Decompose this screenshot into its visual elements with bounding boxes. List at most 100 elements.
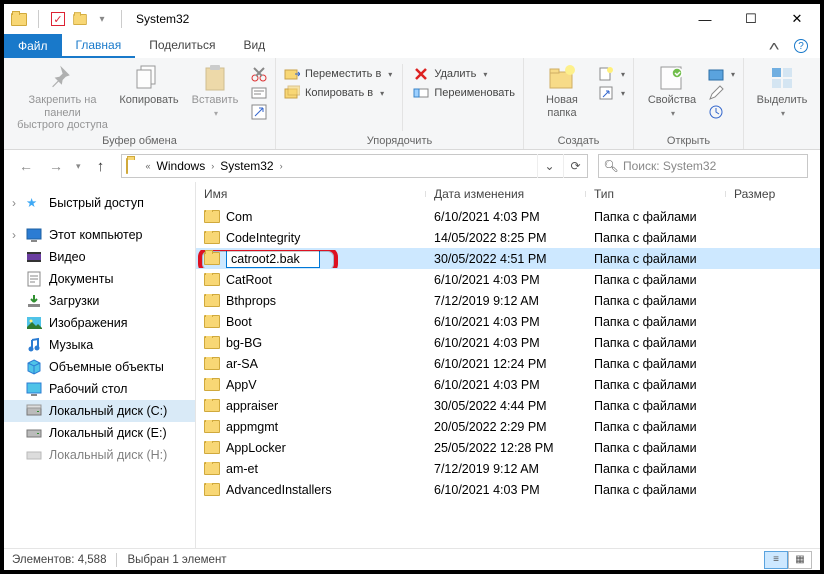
chevron-right-icon[interactable]: › bbox=[211, 161, 214, 171]
sidebar-item-video[interactable]: Видео bbox=[4, 246, 195, 268]
pictures-icon bbox=[26, 315, 42, 331]
delete-button[interactable]: Удалить▾ bbox=[413, 66, 515, 82]
table-row[interactable]: CatRoot6/10/2021 4:03 PMПапка с файлами bbox=[196, 269, 820, 290]
refresh-icon[interactable]: ⟳ bbox=[563, 154, 587, 178]
cell-name: CatRoot bbox=[226, 273, 272, 287]
sidebar-item-desktop[interactable]: Рабочий стол bbox=[4, 378, 195, 400]
column-name[interactable]: Имя bbox=[196, 187, 426, 201]
cell-date: 14/05/2022 8:25 PM bbox=[426, 231, 586, 245]
rename-button[interactable]: Переименовать bbox=[413, 85, 515, 101]
table-row[interactable]: bg-BG6/10/2021 4:03 PMПапка с файлами bbox=[196, 332, 820, 353]
column-date[interactable]: Дата изменения bbox=[426, 187, 586, 201]
group-new-label: Создать bbox=[532, 133, 625, 147]
tab-home[interactable]: Главная bbox=[62, 34, 136, 58]
breadcrumb-windows[interactable]: Windows bbox=[153, 159, 210, 173]
search-box[interactable]: 🔍︎ Поиск: System32 bbox=[598, 154, 808, 178]
qat-check-icon[interactable]: ✓ bbox=[49, 10, 67, 28]
cell-type: Папка с файлами bbox=[586, 441, 726, 455]
cell-name: Bthprops bbox=[226, 294, 276, 308]
cell-name: Boot bbox=[226, 315, 252, 329]
cell-date: 30/05/2022 4:44 PM bbox=[426, 399, 586, 413]
table-row[interactable]: AdvancedInstallers6/10/2021 4:03 PMПапка… bbox=[196, 479, 820, 500]
cell-name: Com bbox=[226, 210, 252, 224]
tab-file[interactable]: Файл bbox=[4, 34, 62, 58]
table-row[interactable]: ar-SA6/10/2021 12:24 PMПапка с файлами bbox=[196, 353, 820, 374]
view-details-icon[interactable]: ≡ bbox=[764, 551, 788, 569]
nav-back-button[interactable]: ← bbox=[16, 156, 36, 176]
ribbon-help-icon[interactable]: ? bbox=[794, 39, 808, 53]
move-icon bbox=[284, 66, 300, 82]
sidebar-item-3d[interactable]: Объемные объекты bbox=[4, 356, 195, 378]
nav-bar: ← → ▾ ↑ « Windows › System32 › ⌄ ⟳ 🔍︎ По… bbox=[4, 150, 820, 182]
copyto-label: Копировать в bbox=[305, 87, 373, 99]
minimize-button[interactable]: — bbox=[682, 4, 728, 34]
tab-view[interactable]: Вид bbox=[229, 34, 279, 58]
nav-fwd-button[interactable]: → bbox=[46, 156, 66, 176]
props-button[interactable]: Свойства ▾ bbox=[642, 62, 702, 118]
cell-date: 6/10/2021 4:03 PM bbox=[426, 273, 586, 287]
newfolder-button[interactable]: Новая папка bbox=[532, 62, 592, 119]
sidebar-item-pictures[interactable]: Изображения bbox=[4, 312, 195, 334]
easyaccess-button[interactable]: ▾ bbox=[598, 85, 625, 101]
copyto-button[interactable]: Копировать в▾ bbox=[284, 85, 392, 101]
tab-share[interactable]: Поделиться bbox=[135, 34, 229, 58]
sidebar-item-quickaccess[interactable]: ★ Быстрый доступ bbox=[4, 192, 195, 214]
history-button[interactable] bbox=[708, 104, 735, 120]
qat-customize-icon[interactable] bbox=[71, 10, 89, 28]
table-row[interactable]: am-et7/12/2019 9:12 AMПапка с файлами bbox=[196, 458, 820, 479]
chevron-right-icon[interactable]: › bbox=[280, 161, 283, 171]
chevron-right-icon[interactable]: « bbox=[146, 161, 151, 171]
address-dropdown-icon[interactable]: ⌄ bbox=[537, 154, 561, 178]
table-row[interactable]: CodeIntegrity14/05/2022 8:25 PMПапка с ф… bbox=[196, 227, 820, 248]
cut-button[interactable] bbox=[251, 66, 267, 82]
table-row[interactable]: 30/05/2022 4:51 PMПапка с файлами bbox=[196, 248, 820, 269]
cube-icon bbox=[26, 359, 42, 375]
cell-name: appmgmt bbox=[226, 420, 278, 434]
pin-button[interactable]: Закрепить на панели быстрого доступа bbox=[12, 62, 113, 132]
ribbon-group-select: Выделить ▾ bbox=[744, 58, 820, 149]
nav-up-button[interactable]: ↑ bbox=[91, 156, 111, 176]
select-button[interactable]: Выделить ▾ bbox=[752, 62, 812, 118]
cell-date: 6/10/2021 4:03 PM bbox=[426, 315, 586, 329]
view-large-icon[interactable]: ▦ bbox=[788, 551, 812, 569]
address-bar[interactable]: « Windows › System32 › ⌄ ⟳ bbox=[121, 154, 588, 178]
edit-button[interactable] bbox=[708, 85, 735, 101]
copypath-button[interactable] bbox=[251, 85, 267, 101]
close-button[interactable]: ✕ bbox=[774, 4, 820, 34]
breadcrumb-system32[interactable]: System32 bbox=[216, 159, 277, 173]
copy-icon bbox=[135, 64, 163, 92]
sidebar-item-downloads[interactable]: Загрузки bbox=[4, 290, 195, 312]
cell-name: AdvancedInstallers bbox=[226, 483, 332, 497]
nav-history-icon[interactable]: ▾ bbox=[76, 161, 81, 172]
table-row[interactable]: Com6/10/2021 4:03 PMПапка с файлами bbox=[196, 206, 820, 227]
sidebar-item-edisk[interactable]: Локальный диск (E:) bbox=[4, 422, 195, 444]
ribbon-collapse-icon[interactable]: ˄ bbox=[768, 38, 779, 54]
move-button[interactable]: Переместить в▾ bbox=[284, 66, 392, 82]
sidebar-item-cdisk[interactable]: Локальный диск (C:) bbox=[4, 400, 195, 422]
cell-date: 6/10/2021 4:03 PM bbox=[426, 210, 586, 224]
table-row[interactable]: AppV6/10/2021 4:03 PMПапка с файлами bbox=[196, 374, 820, 395]
shortcut-button[interactable] bbox=[251, 104, 267, 120]
chevron-down-icon: ▾ bbox=[388, 70, 392, 79]
column-size[interactable]: Размер bbox=[726, 187, 820, 201]
qat-undo-icon[interactable]: ▾ bbox=[93, 10, 111, 28]
maximize-button[interactable]: ☐ bbox=[728, 4, 774, 34]
table-row[interactable]: appraiser30/05/2022 4:44 PMПапка с файла… bbox=[196, 395, 820, 416]
sidebar-item-hdisk[interactable]: Локальный диск (H:) bbox=[4, 444, 195, 466]
copy-button[interactable]: Копировать bbox=[119, 62, 179, 107]
sidebar-item-pc[interactable]: Этот компьютер bbox=[4, 224, 195, 246]
newitem-button[interactable]: ▾ bbox=[598, 66, 625, 82]
table-row[interactable]: appmgmt20/05/2022 2:29 PMПапка с файлами bbox=[196, 416, 820, 437]
table-row[interactable]: Bthprops7/12/2019 9:12 AMПапка с файлами bbox=[196, 290, 820, 311]
separator bbox=[38, 10, 39, 28]
sidebar-item-docs[interactable]: Документы bbox=[4, 268, 195, 290]
status-items-count: 4,588 bbox=[78, 554, 107, 566]
table-row[interactable]: AppLocker25/05/2022 12:28 PMПапка с файл… bbox=[196, 437, 820, 458]
cell-type: Папка с файлами bbox=[586, 378, 726, 392]
column-type[interactable]: Тип bbox=[586, 187, 726, 201]
folder-icon bbox=[204, 252, 220, 265]
sidebar-item-music[interactable]: Музыка bbox=[4, 334, 195, 356]
paste-button[interactable]: Вставить ▾ bbox=[185, 62, 245, 118]
open-button[interactable]: ▾ bbox=[708, 66, 735, 82]
table-row[interactable]: Boot6/10/2021 4:03 PMПапка с файлами bbox=[196, 311, 820, 332]
